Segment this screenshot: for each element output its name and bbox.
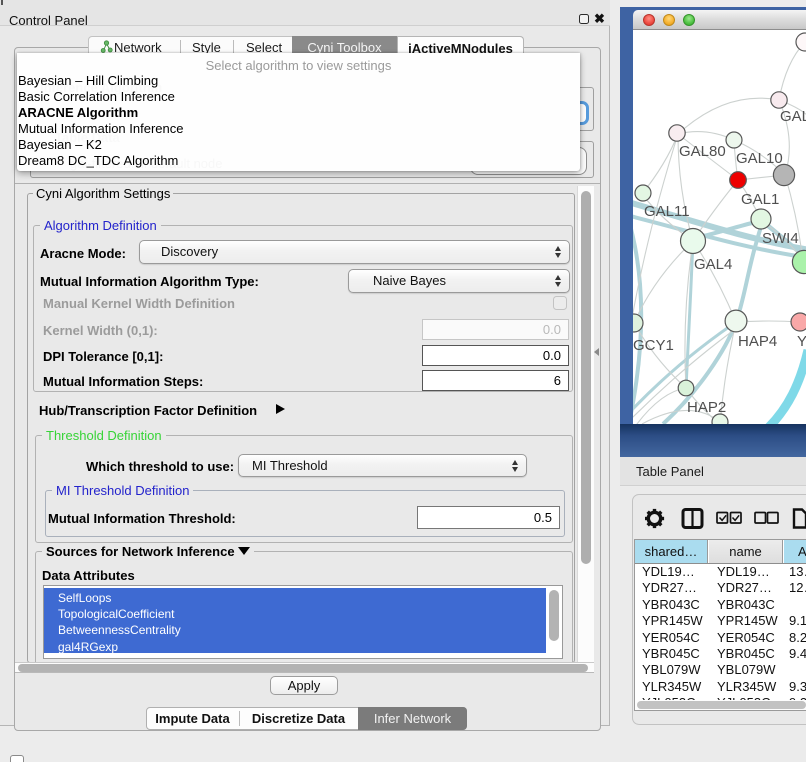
svg-text:GAL11: GAL11 xyxy=(644,203,690,220)
svg-text:HAP2: HAP2 xyxy=(687,399,726,416)
svg-text:GAL7: GAL7 xyxy=(780,108,806,125)
svg-text:HAP4: HAP4 xyxy=(738,333,777,350)
svg-text:GAL1: GAL1 xyxy=(741,191,779,208)
svg-text:SWI4: SWI4 xyxy=(762,230,799,247)
svg-text:GAL4: GAL4 xyxy=(694,256,732,273)
svg-text:Y: Y xyxy=(797,333,806,350)
svg-text:GAL80: GAL80 xyxy=(679,143,726,160)
svg-text:GAL10: GAL10 xyxy=(736,150,783,167)
svg-text:GCY1: GCY1 xyxy=(633,337,674,354)
